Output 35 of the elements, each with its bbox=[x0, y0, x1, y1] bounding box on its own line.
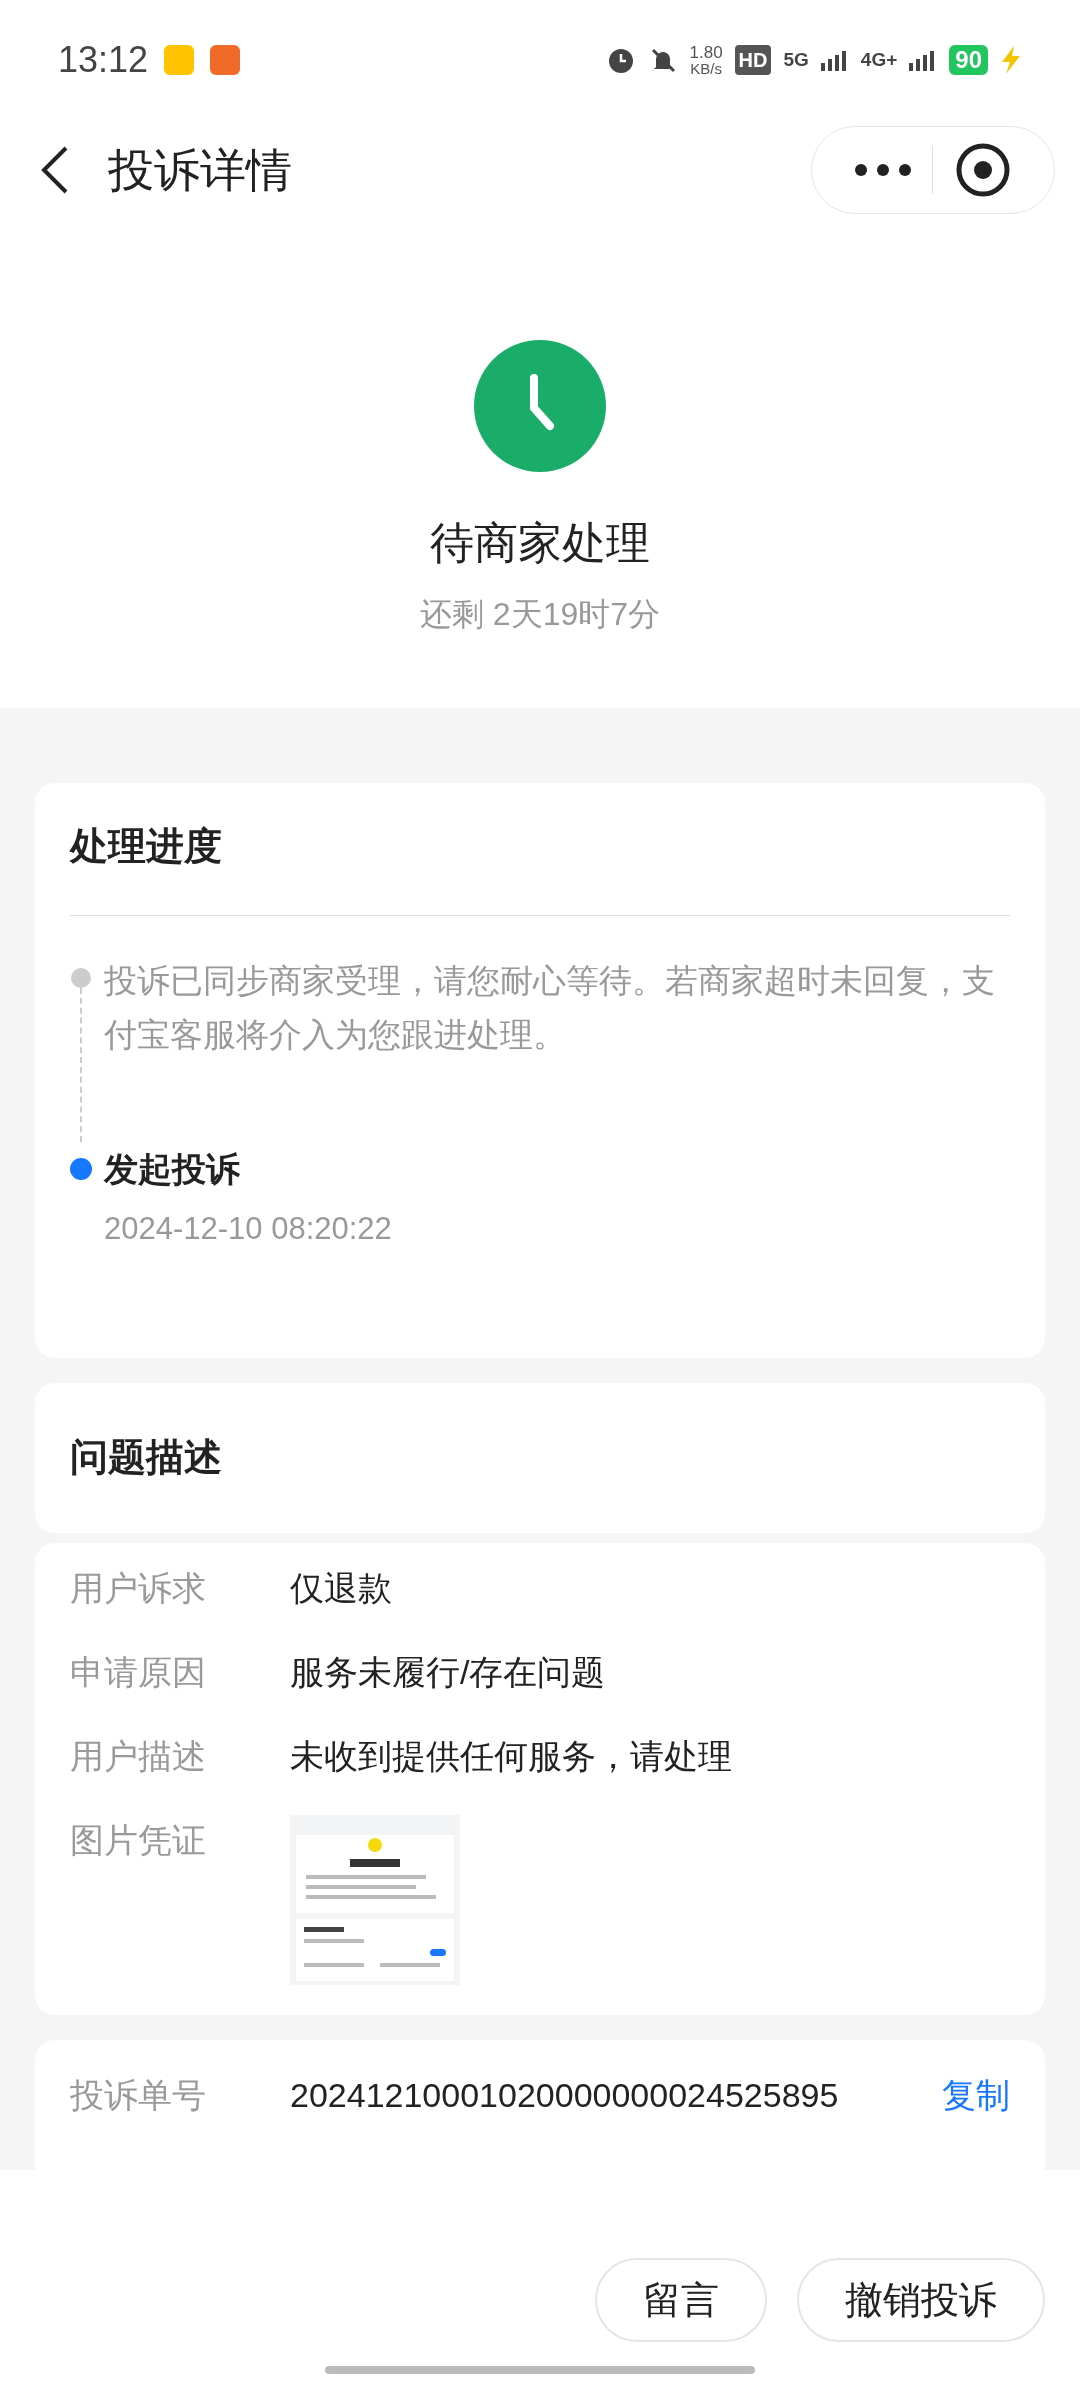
app-icon bbox=[164, 45, 195, 75]
back-icon[interactable] bbox=[40, 145, 70, 195]
card-title: 处理进度 bbox=[70, 818, 1010, 916]
field-label: 投诉单号 bbox=[70, 2074, 207, 2116]
status-title: 待商家处理 bbox=[430, 517, 650, 569]
field-label: 申请原因 bbox=[70, 1651, 207, 1693]
more-icon[interactable] bbox=[854, 163, 912, 177]
signal-icon bbox=[820, 49, 849, 71]
field-label: 图片凭证 bbox=[70, 1819, 207, 1861]
status-time: 13:12 bbox=[58, 38, 149, 82]
hd-badge: HD bbox=[734, 45, 772, 75]
field-value: 服务未履行/存在问题 bbox=[290, 1651, 606, 1693]
action-button[interactable]: 撤销投诉 bbox=[797, 2258, 1045, 2342]
copy-link[interactable]: 复制 bbox=[942, 2069, 1010, 2121]
action-button[interactable]: 留言 bbox=[595, 2258, 767, 2342]
page-title: 投诉详情 bbox=[108, 142, 292, 198]
step-text: 发起投诉 bbox=[104, 1149, 241, 1190]
field-value: 未收到提供任何服务，请处理 bbox=[290, 1735, 732, 1777]
network-label: 5G bbox=[783, 47, 809, 72]
countdown: 还剩 2天19时7分 bbox=[419, 595, 661, 634]
close-target-icon[interactable] bbox=[955, 142, 1011, 198]
complaint-number: 20241210001020000000024525895 bbox=[290, 2074, 840, 2116]
battery-level: 90 bbox=[949, 45, 988, 75]
charging-icon bbox=[1000, 46, 1022, 74]
clock-icon bbox=[474, 340, 606, 472]
net-unit: KB/s bbox=[690, 61, 722, 76]
step-text: 投诉已同步商家受理，请您耐心等待。若商家超时未回复，支付宝客服将介入为您跟进处理。 bbox=[104, 961, 996, 1055]
network-label: 4G+ bbox=[860, 47, 898, 72]
card-title: 问题描述 bbox=[70, 1435, 222, 1480]
field-label: 用户描述 bbox=[70, 1735, 207, 1777]
app-icon bbox=[210, 45, 241, 75]
step-time: 2024-12-10 08:20:22 bbox=[104, 1210, 393, 1248]
field-value: 仅退款 bbox=[290, 1567, 392, 1609]
field-label: 用户诉求 bbox=[70, 1567, 207, 1609]
net-speed: 1.80 bbox=[689, 44, 723, 61]
